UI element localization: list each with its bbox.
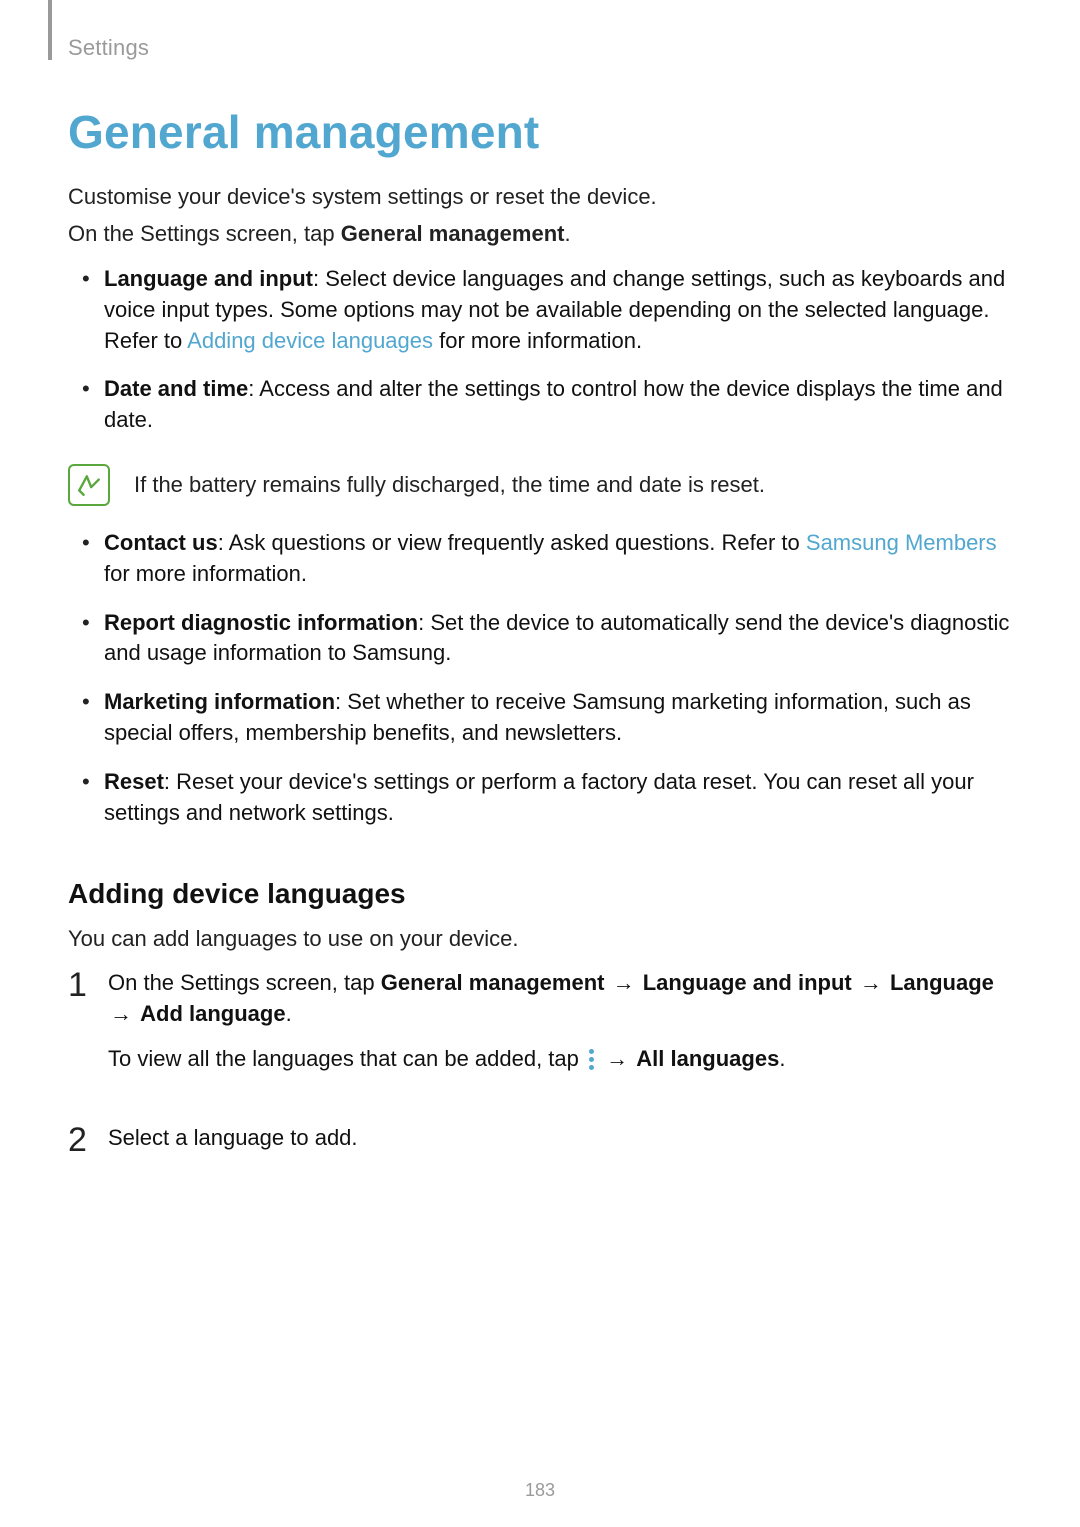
subheading: Adding device languages: [68, 874, 1012, 913]
feature-list-1: Language and input: Select device langua…: [68, 264, 1012, 454]
item-label: Report diagnostic information: [104, 610, 418, 635]
arrow-icon: →: [108, 999, 134, 1030]
link-samsung-members[interactable]: Samsung Members: [806, 530, 997, 555]
step-1-line-2: To view all the languages that can be ad…: [108, 1044, 1012, 1075]
intro-text-1: Customise your device's system settings …: [68, 182, 1012, 213]
more-options-icon: [585, 1049, 598, 1072]
page-number: 183: [0, 1478, 1080, 1503]
step-1-path-1: General management: [381, 970, 605, 995]
steps-list: On the Settings screen, tap General mana…: [68, 968, 1012, 1201]
feature-list-2: Contact us: Ask questions or view freque…: [68, 528, 1012, 846]
intro-text-2-bold: General management: [341, 221, 565, 246]
step-1-line2-c: .: [779, 1046, 785, 1071]
intro-text-2: On the Settings screen, tap General mana…: [68, 219, 1012, 250]
step-1-line2-a: To view all the languages that can be ad…: [108, 1046, 585, 1071]
list-item: Contact us: Ask questions or view freque…: [68, 528, 1012, 608]
item-desc-b: for more information.: [104, 561, 307, 586]
breadcrumb: Settings: [68, 33, 149, 64]
item-label: Date and time: [104, 376, 248, 401]
list-item: Language and input: Select device langua…: [68, 264, 1012, 374]
arrow-icon: →: [858, 968, 884, 999]
item-desc-a: : Reset your device's settings or perfor…: [104, 769, 974, 825]
note-text: If the battery remains fully discharged,…: [134, 470, 765, 501]
step-1: On the Settings screen, tap General mana…: [68, 968, 1012, 1122]
item-label: Contact us: [104, 530, 218, 555]
list-item: Marketing information: Set whether to re…: [68, 687, 1012, 767]
list-item: Report diagnostic information: Set the d…: [68, 608, 1012, 688]
arrow-icon: →: [611, 968, 637, 999]
list-item: Reset: Reset your device's settings or p…: [68, 767, 1012, 847]
step-1-text-a: On the Settings screen, tap: [108, 970, 381, 995]
intro-text-2c: .: [564, 221, 570, 246]
note-row: If the battery remains fully discharged,…: [68, 464, 1012, 506]
link-adding-device-languages[interactable]: Adding device languages: [187, 328, 433, 353]
step-1-path-3: Language: [890, 970, 994, 995]
item-label: Language and input: [104, 266, 313, 291]
step-2: Select a language to add.: [68, 1123, 1012, 1202]
step-1-path-4: Add language: [140, 1001, 285, 1026]
step-1-all-languages: All languages: [636, 1046, 779, 1071]
item-label: Reset: [104, 769, 164, 794]
list-item: Date and time: Access and alter the sett…: [68, 374, 1012, 454]
step-1-line-1: On the Settings screen, tap General mana…: [108, 968, 1012, 1030]
step-1-path-2: Language and input: [643, 970, 852, 995]
step-2-text: Select a language to add.: [108, 1123, 1012, 1154]
item-desc-a: : Ask questions or view frequently asked…: [218, 530, 806, 555]
crop-mark: [48, 0, 52, 60]
item-label: Marketing information: [104, 689, 335, 714]
step-1-text-b: .: [286, 1001, 292, 1026]
page-title: General management: [68, 100, 1012, 164]
content-area: General management Customise your device…: [68, 100, 1012, 1202]
item-desc-b: for more information.: [433, 328, 642, 353]
subheading-lead: You can add languages to use on your dev…: [68, 924, 1012, 955]
note-icon: [68, 464, 110, 506]
intro-text-2a: On the Settings screen, tap: [68, 221, 341, 246]
document-page: Settings General management Customise yo…: [0, 0, 1080, 1527]
arrow-icon: →: [604, 1044, 630, 1075]
